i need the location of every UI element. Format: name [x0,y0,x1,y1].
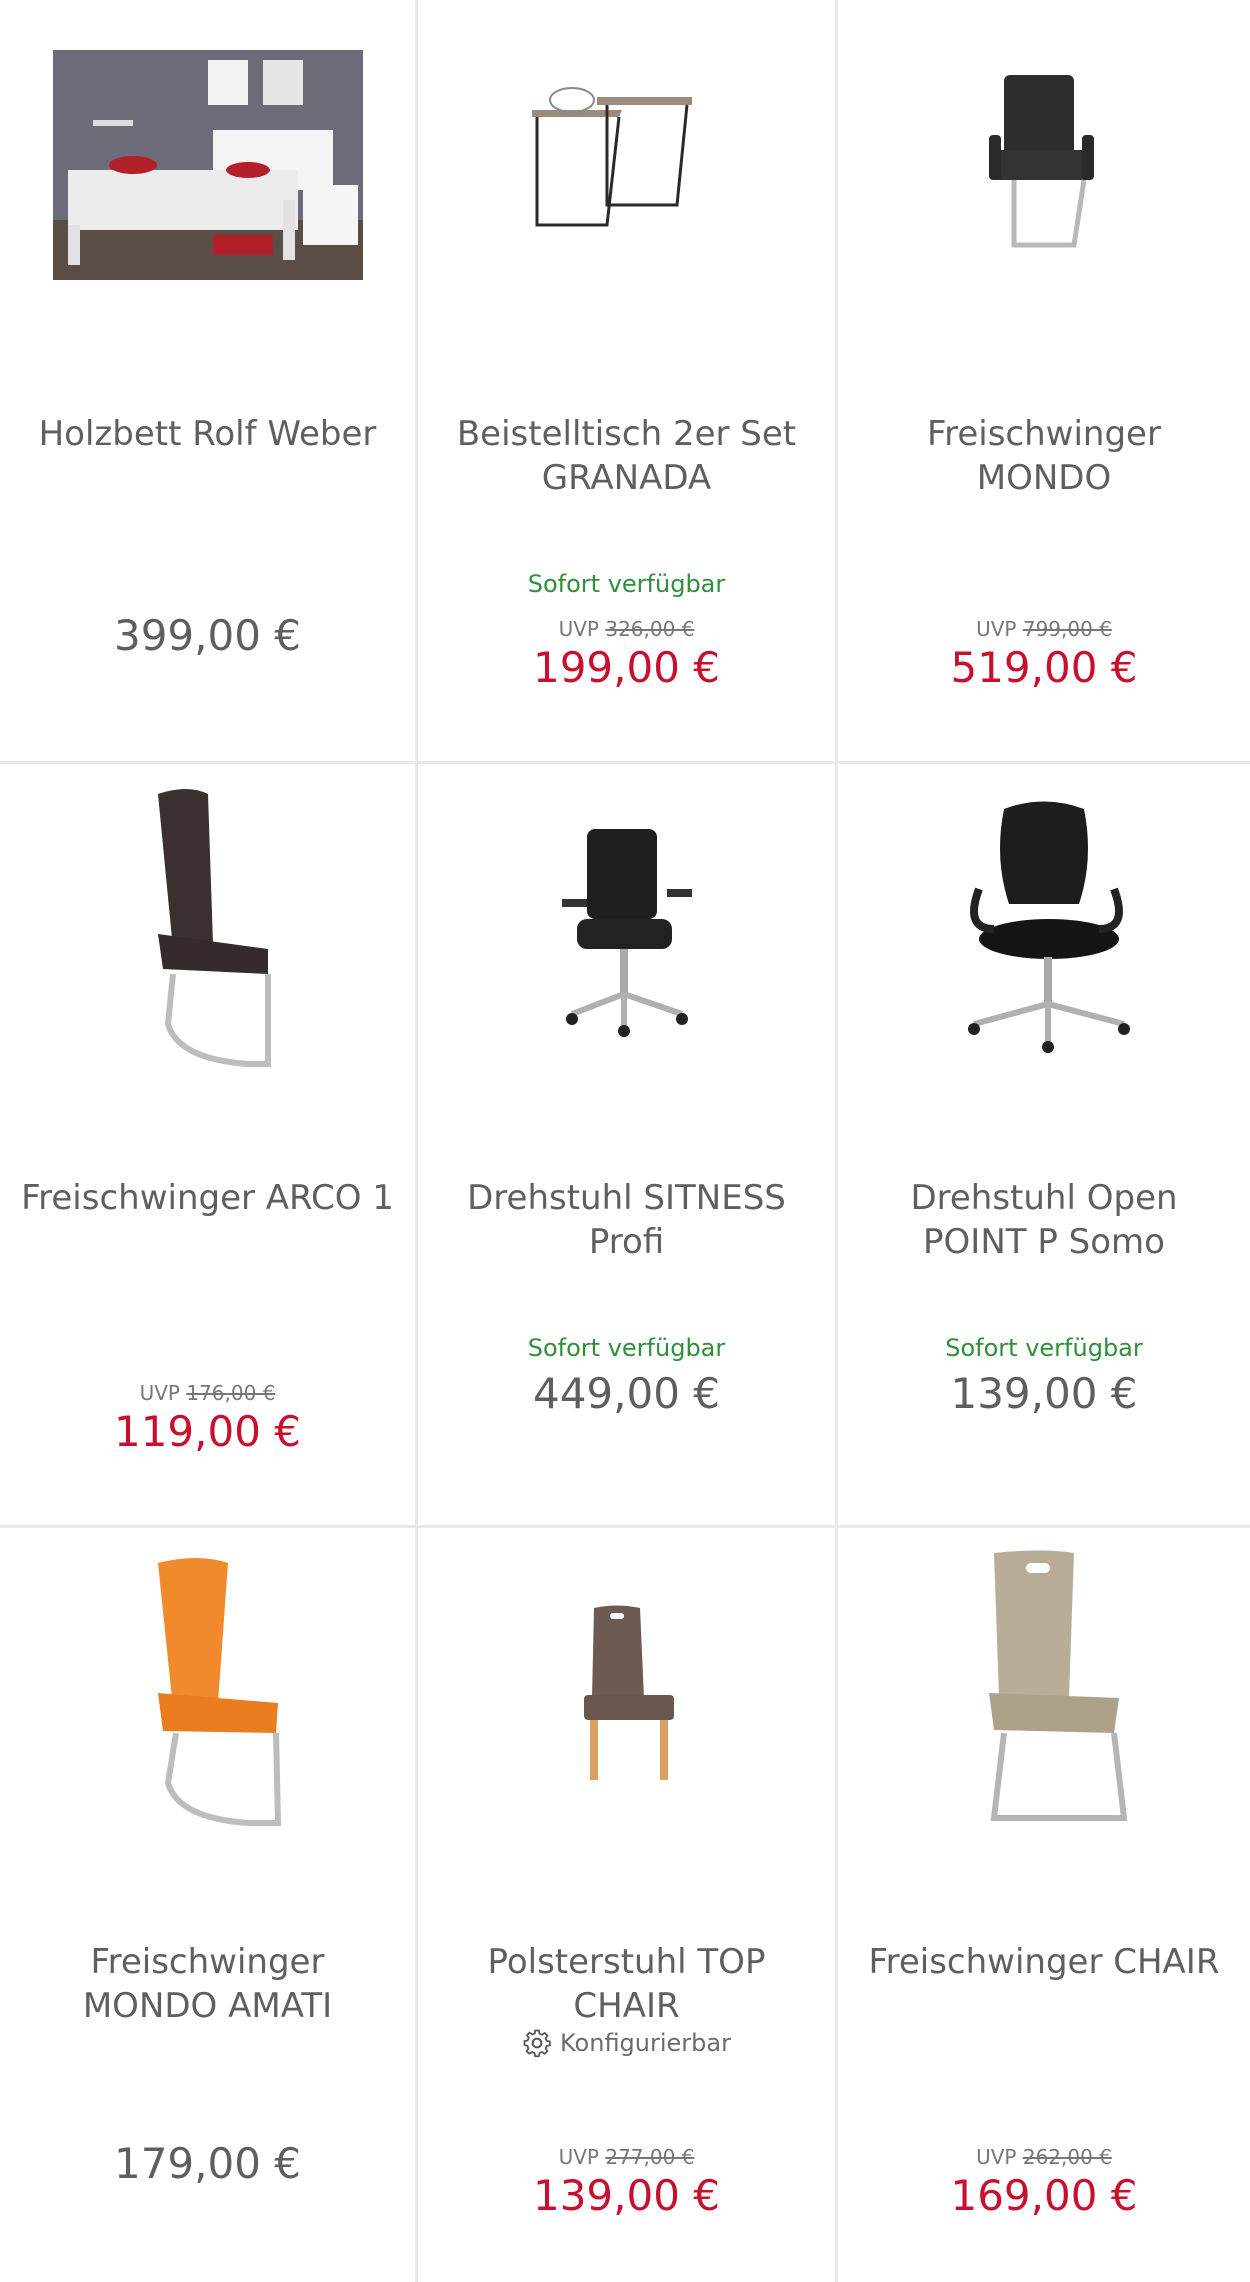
product-name[interactable]: Drehstuhl Open POINT P Somo [858,1176,1230,1264]
product-name[interactable]: Holzbett Rolf Weber [20,412,395,456]
uvp-old-price: 277,00 € [605,2145,695,2169]
product-price: 139,00 € [950,1369,1138,1418]
uvp-label: UVP [558,2145,599,2169]
availability-label: Sofort verfügbar [945,1334,1143,1362]
configurable-label: Konfigurierbar [560,2029,731,2057]
product-price: 179,00 € [113,2139,302,2188]
uvp-label: UVP [139,1381,180,1405]
product-image-bed[interactable] [0,0,415,330]
product-price: 399,00 € [113,611,302,660]
product-price: 449,00 € [532,1369,721,1418]
uvp-label: UVP [976,2145,1017,2169]
uvp-label: UVP [558,617,599,641]
product-image-office-chair-sitness[interactable] [418,764,835,1094]
product-grid: Holzbett Rolf Weber 399,00 € Beistelltis… [0,0,1250,2282]
product-name[interactable]: Freischwinger CHAIR [858,1940,1230,1984]
uvp-old-price: 799,00 € [1022,617,1112,641]
product-name[interactable]: Freischwinger MONDO [858,412,1230,500]
product-card[interactable]: Polsterstuhl TOP CHAIR Konfigurierbar UV… [418,1528,838,2282]
sale-price: 139,00 € [532,2171,721,2220]
uvp-price: UVP 326,00 € [418,617,835,641]
product-card[interactable]: Drehstuhl Open POINT P Somo Sofort verfü… [838,764,1250,1528]
configurable-badge[interactable]: Konfigurierbar [418,2028,835,2058]
availability-label: Sofort verfügbar [527,1334,726,1362]
uvp-label: UVP [976,617,1017,641]
product-image-office-chair-point[interactable] [838,764,1250,1094]
product-name[interactable]: Polsterstuhl TOP CHAIR [438,1940,815,2028]
product-card[interactable]: Freischwinger CHAIR UVP 262,00 € 169,00 … [838,1528,1250,2282]
uvp-price: UVP 176,00 € [0,1381,415,1405]
product-card[interactable]: Freischwinger ARCO 1 UVP 176,00 € 119,00… [0,764,418,1528]
uvp-price: UVP 277,00 € [418,2145,835,2169]
uvp-old-price: 176,00 € [186,1381,276,1405]
product-name[interactable]: Freischwinger ARCO 1 [20,1176,395,1220]
uvp-old-price: 262,00 € [1022,2145,1112,2169]
product-card[interactable]: Beistelltisch 2er Set GRANADA Sofort ver… [418,0,838,764]
uvp-price: UVP 799,00 € [838,617,1250,641]
product-name[interactable]: Drehstuhl SITNESS Profi [438,1176,815,1264]
product-card[interactable]: Freischwinger MONDO AMATI 179,00 € [0,1528,418,2282]
product-image-chair-top[interactable] [418,1528,835,1858]
product-image-chair-arco[interactable] [0,764,415,1094]
sale-price: 169,00 € [950,2171,1138,2220]
product-card[interactable]: Holzbett Rolf Weber 399,00 € [0,0,418,764]
product-card[interactable]: Freischwinger MONDO UVP 799,00 € 519,00 … [838,0,1250,764]
sale-price: 519,00 € [950,643,1138,692]
sale-price: 119,00 € [113,1407,302,1456]
product-image-side-table[interactable] [418,0,835,330]
sale-price: 199,00 € [532,643,721,692]
gear-icon [523,2029,551,2058]
uvp-old-price: 326,00 € [605,617,695,641]
product-card[interactable]: Drehstuhl SITNESS Profi Sofort verfügbar… [418,764,838,1528]
product-image-chair-beige[interactable] [838,1528,1250,1858]
availability-label: Sofort verfügbar [527,570,726,598]
uvp-price: UVP 262,00 € [838,2145,1250,2169]
product-name[interactable]: Beistelltisch 2er Set GRANADA [438,412,815,500]
product-image-chair-mondo[interactable] [838,0,1250,330]
product-image-chair-amati[interactable] [0,1528,415,1858]
product-name[interactable]: Freischwinger MONDO AMATI [20,1940,395,2028]
